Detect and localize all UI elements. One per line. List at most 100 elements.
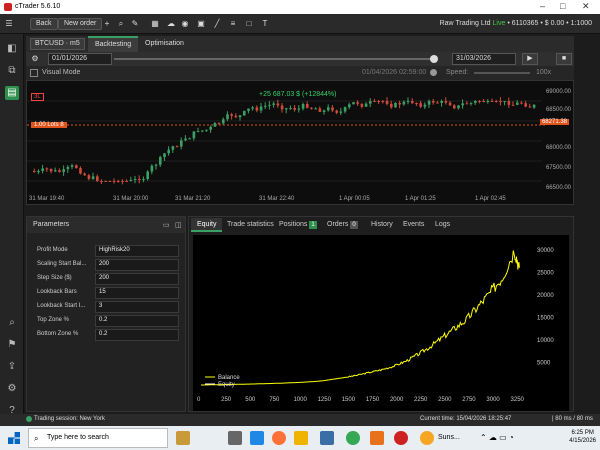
live-indicator: Live — [492, 20, 506, 27]
shape-tool-icon[interactable]: □ — [244, 19, 254, 29]
export-icon[interactable]: ⇪ — [5, 360, 19, 374]
tab-optimisation[interactable]: Optimisation — [138, 36, 191, 52]
candle — [390, 103, 393, 108]
panel-expand-icon[interactable]: ◫ — [175, 221, 182, 229]
pnl-label: +25 687.03 $ (+12844%) — [259, 91, 337, 98]
windows-start-icon[interactable] — [8, 432, 20, 444]
candle — [373, 101, 376, 102]
chrome-icon[interactable] — [346, 431, 360, 445]
parameter-value-field[interactable]: 200 — [95, 273, 179, 285]
taskbar-search-box[interactable]: Type here to search — [28, 428, 168, 448]
firefox-icon[interactable] — [272, 431, 286, 445]
app-icon[interactable] — [370, 431, 384, 445]
line-tool-icon[interactable]: ╱ — [212, 19, 222, 29]
parameter-row: Bottom Zone % 0.2 — [33, 329, 183, 341]
parameter-label: Profit Mode — [37, 247, 68, 253]
tab-backtesting[interactable]: Backtesting — [88, 36, 139, 52]
visual-mode-checkbox[interactable] — [30, 69, 38, 77]
tab-positions[interactable]: Positions 1 — [273, 218, 323, 232]
settings-gear-icon[interactable]: ⚙ — [30, 54, 40, 64]
time-axis-label: 31 Mar 19:40 — [29, 196, 65, 202]
file-explorer-icon[interactable] — [294, 431, 308, 445]
copy-app-icon[interactable]: ⧉ — [5, 64, 19, 78]
stop-button[interactable]: ■ — [556, 53, 572, 65]
candle — [79, 168, 82, 174]
candle — [117, 181, 120, 182]
minimize-icon[interactable]: – — [540, 1, 545, 11]
cloud-icon[interactable]: ☁ — [166, 19, 176, 29]
tab-history[interactable]: History — [365, 218, 399, 232]
system-tray-icons[interactable]: ⌃ ☁ ▭ ◔ — [480, 433, 514, 442]
parameter-value-field[interactable]: 0.2 — [95, 329, 179, 341]
date-range-slider[interactable] — [114, 58, 432, 60]
candle — [217, 122, 221, 124]
account-name: Raw Trading Ltd — [439, 20, 491, 27]
end-date-field[interactable]: 31/03/2026 — [452, 53, 516, 65]
zoom-tool-icon[interactable]: ⌕ — [5, 316, 19, 330]
parameter-value-field[interactable]: 0.2 — [95, 315, 179, 327]
tab-events[interactable]: Events — [397, 218, 430, 232]
price-chart[interactable]: +25 687.03 $ (+12844%) 3L 1.00 Lots 8 68… — [26, 80, 574, 205]
bookmark-icon[interactable]: ⚑ — [5, 338, 19, 352]
eye-icon[interactable]: ◉ — [180, 19, 190, 29]
tab-logs[interactable]: Logs — [429, 218, 456, 232]
candle — [360, 103, 364, 107]
back-button[interactable]: Back — [30, 18, 58, 30]
visual-time: 01/04/2026 02:59:00 — [362, 69, 427, 76]
speed-slider[interactable] — [474, 72, 530, 74]
fib-tool-icon[interactable]: ≡ — [228, 19, 238, 29]
grid-icon[interactable]: ▦ — [150, 19, 160, 29]
crosshair-icon[interactable]: + — [102, 19, 112, 29]
algo-app-icon[interactable]: ▤ — [5, 86, 19, 100]
settings-icon[interactable]: ⚙ — [5, 382, 19, 396]
ctrader-taskbar-icon[interactable] — [394, 431, 408, 445]
candle — [159, 157, 162, 165]
account-info[interactable]: Raw Trading Ltd Live • 6110365 • $ 0.00 … — [440, 20, 592, 27]
menu-icon[interactable]: ☰ — [4, 19, 14, 29]
taskbar-clock[interactable]: 6:25 PM 4/15/2026 — [569, 429, 596, 445]
task-view-icon[interactable] — [228, 431, 242, 445]
store-icon[interactable] — [320, 431, 334, 445]
time-handle[interactable] — [430, 69, 437, 76]
new-order-button[interactable]: New order — [58, 18, 103, 30]
candle — [226, 114, 229, 120]
parameter-value-field[interactable]: 200 — [95, 259, 179, 271]
date-range-handle[interactable] — [430, 55, 438, 63]
weather-text[interactable]: Suns... — [438, 434, 460, 441]
start-date-field[interactable]: 01/01/2026 — [48, 53, 112, 65]
candle — [339, 111, 343, 113]
news-widget-icon[interactable] — [176, 431, 190, 445]
close-icon[interactable]: ✕ — [582, 1, 590, 12]
candle — [154, 164, 158, 166]
candle — [251, 107, 254, 109]
symbol-selector[interactable]: BTCUSD · m5 — [30, 38, 85, 50]
play-button[interactable]: ▶ — [522, 53, 538, 65]
parameter-value-field[interactable]: 3 — [95, 301, 179, 313]
tab-equity[interactable]: Equity — [191, 218, 223, 232]
draw-icon[interactable]: ✎ — [130, 19, 140, 29]
candle — [66, 166, 70, 170]
parameter-value-field[interactable]: 15 — [95, 287, 179, 299]
candle — [230, 114, 233, 116]
visual-mode-label: Visual Mode — [42, 69, 81, 76]
x-tick-label: 500 — [245, 397, 256, 403]
candle — [87, 175, 91, 179]
maximize-icon[interactable]: □ — [560, 1, 565, 11]
candle — [343, 107, 347, 112]
title-bar: cTrader 5.6.10 – □ ✕ — [0, 0, 600, 14]
x-tick-label: 2000 — [390, 397, 404, 403]
trade-app-icon[interactable]: ◧ — [5, 42, 19, 56]
tab-orders[interactable]: Orders 0 — [321, 218, 364, 232]
tab-trade-statistics[interactable]: Trade statistics — [221, 218, 280, 232]
candle — [461, 103, 464, 106]
parameter-value-field[interactable]: HighRisk20 — [95, 245, 179, 257]
panel-menu-icon[interactable]: ▭ — [163, 221, 170, 229]
position-lots-label[interactable]: 1.00 Lots 8 — [31, 122, 67, 128]
candle — [41, 168, 44, 172]
lock-icon[interactable]: ▣ — [196, 19, 206, 29]
zoom-icon[interactable]: ⌕ — [116, 19, 126, 29]
edge-icon[interactable] — [250, 431, 264, 445]
time-axis-label: 1 Apr 00:05 — [339, 196, 370, 202]
text-tool-icon[interactable]: T — [260, 19, 270, 29]
candle — [259, 106, 263, 111]
